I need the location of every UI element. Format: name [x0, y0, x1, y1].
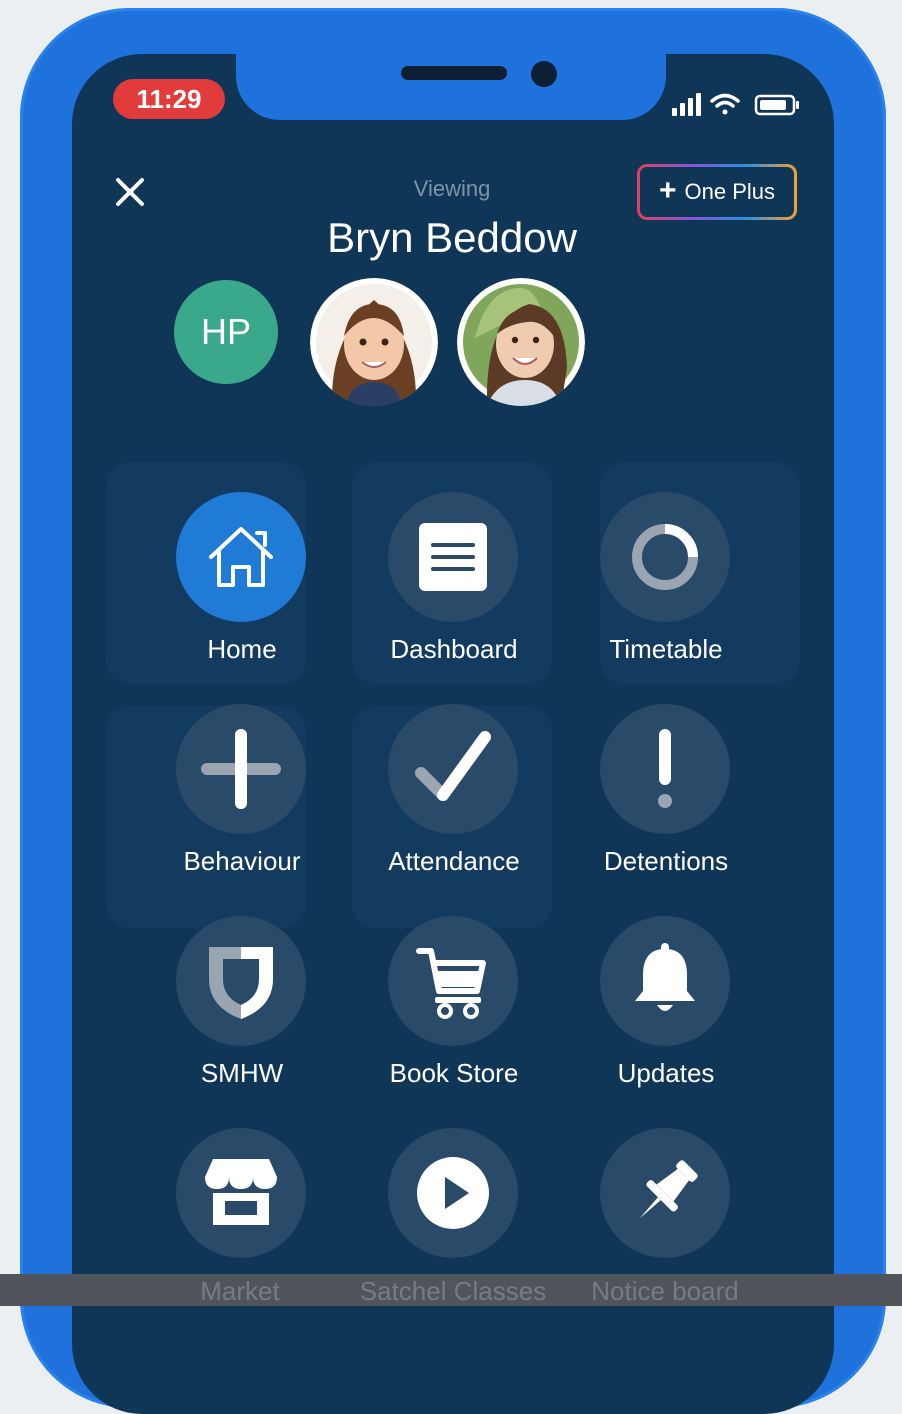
menu-item-book-store[interactable]: Book Store	[354, 916, 554, 1116]
play-icon	[417, 1157, 489, 1229]
menu-item-label: Timetable	[609, 634, 723, 664]
menu-item-timetable[interactable]: Timetable	[566, 492, 766, 692]
timetable-icon-circle	[600, 492, 730, 622]
smhw-icon-circle	[176, 916, 306, 1046]
detentions-icon-circle	[600, 704, 730, 834]
menu-item-label: Updates	[617, 1058, 715, 1088]
one-plus-label: One Plus	[684, 179, 776, 204]
menu-item-label: Detentions	[603, 846, 729, 876]
menu-item-behaviour[interactable]: Behaviour	[142, 704, 342, 904]
timetable-icon	[632, 524, 698, 590]
bell-icon	[635, 943, 695, 1011]
plus-icon: +	[658, 174, 677, 207]
menu-item-attendance[interactable]: Attendance	[354, 704, 554, 904]
status-icons	[672, 93, 799, 116]
child-photo-1	[310, 278, 438, 406]
checkmark-icon	[415, 731, 491, 801]
updates-icon-circle	[600, 916, 730, 1046]
menu-item-label: SMHW	[200, 1058, 284, 1088]
attendance-icon-circle	[388, 704, 518, 834]
menu-item-updates[interactable]: Updates	[566, 916, 766, 1116]
battery-icon	[754, 94, 799, 116]
viewing-label: Viewing	[413, 176, 491, 201]
menu-item-dashboard[interactable]: Dashboard	[354, 492, 554, 692]
avatar-initials[interactable]: HP	[174, 280, 278, 384]
speaker	[401, 66, 507, 80]
one-plus-button[interactable]: + One Plus	[637, 164, 797, 220]
menu-item-label-notice-board: Notice board	[591, 1276, 739, 1306]
close-icon	[116, 178, 144, 206]
wifi-icon	[710, 93, 740, 115]
signal-icon	[672, 93, 701, 116]
pin-icon	[639, 1160, 698, 1219]
book-store-icon-circle	[388, 916, 518, 1046]
dashboard-icon	[419, 523, 487, 591]
avatar-child-photo-2[interactable]	[457, 278, 585, 406]
menu-item-label: Home	[207, 634, 277, 664]
home-icon	[209, 527, 273, 587]
student-name: Bryn Beddow	[327, 214, 577, 261]
front-camera	[531, 61, 557, 87]
menu-item-label: Dashboard	[390, 634, 518, 664]
status-time: 11:29	[113, 79, 225, 119]
market-icon-circle	[176, 1128, 306, 1258]
avatar-child-photo-1[interactable]	[310, 278, 438, 406]
satchel-classes-icon-circle	[388, 1128, 518, 1258]
shield-icon	[209, 947, 273, 1019]
menu-item-label: Attendance	[388, 846, 520, 876]
close-button[interactable]	[108, 170, 152, 214]
exclamation-icon	[658, 729, 672, 808]
menu-item-smhw[interactable]: SMHW	[142, 916, 342, 1116]
notice-board-icon-circle	[600, 1128, 730, 1258]
menu-item-label: Book Store	[389, 1058, 519, 1088]
menu-item-label: Behaviour	[183, 846, 301, 876]
home-icon-circle	[176, 492, 306, 622]
menu-item-home[interactable]: Home	[142, 492, 342, 692]
store-icon	[205, 1159, 277, 1225]
menu-item-label-satchel-classes: Satchel Classes	[359, 1276, 547, 1306]
dashboard-icon-circle	[388, 492, 518, 622]
plus-icon	[201, 729, 281, 809]
menu-item-label-market: Market	[200, 1276, 280, 1306]
notch	[236, 54, 666, 120]
menu-item-detentions[interactable]: Detentions	[566, 704, 766, 904]
child-photo-2	[457, 278, 585, 406]
behaviour-icon-circle	[176, 704, 306, 834]
cart-icon	[416, 948, 486, 1019]
